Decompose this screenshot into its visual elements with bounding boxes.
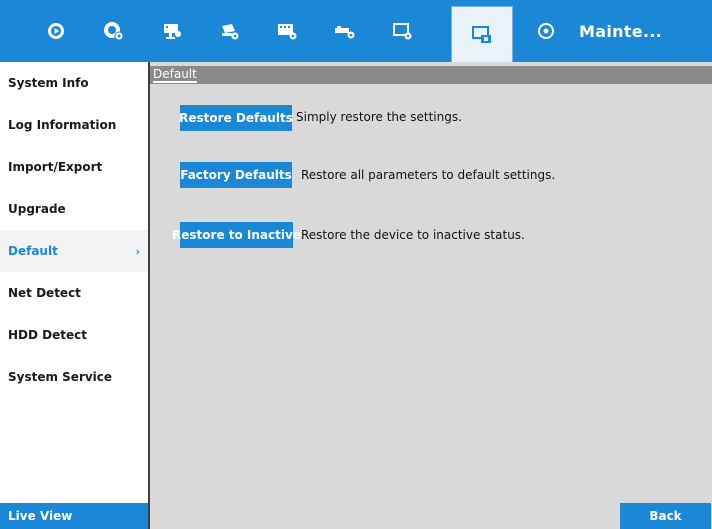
sidebar-item-label: System Info [8, 76, 89, 90]
sidebar-item-label: HDD Detect [8, 328, 87, 342]
maintenance-icon [538, 23, 554, 39]
sidebar-item-net-detect[interactable]: Net Detect [0, 272, 148, 314]
tab-display[interactable] [383, 0, 423, 62]
playback-icon [48, 23, 64, 39]
sidebar: System Info Log Information Import/Expor… [0, 62, 148, 529]
active-menu-label[interactable]: Mainte... [579, 22, 662, 41]
top-menu-bar: Mainte... [0, 0, 712, 62]
system-maintenance-icon [472, 25, 491, 43]
sidebar-item-label: Import/Export [8, 160, 103, 174]
video-settings-icon [278, 24, 297, 40]
tab-network[interactable] [325, 0, 365, 62]
sidebar-item-import-export[interactable]: Import/Export [0, 146, 148, 188]
sidebar-item-label: System Service [8, 370, 113, 384]
main-panel: Default Restore Defaults Simply restore … [150, 62, 712, 529]
camera-icon [164, 24, 181, 39]
restore-defaults-button[interactable]: Restore Defaults [179, 105, 293, 131]
sidebar-item-log-information[interactable]: Log Information [0, 104, 148, 146]
recording-icon [222, 24, 239, 40]
tab-camera[interactable] [153, 0, 193, 62]
network-icon [335, 26, 355, 39]
sidebar-item-label: Log Information [8, 118, 117, 132]
restore-defaults-description: Simply restore the settings. [296, 110, 462, 124]
sidebar-item-label: Default [8, 244, 58, 258]
back-button[interactable]: Back [620, 503, 711, 529]
sidebar-item-system-service[interactable]: System Service [0, 356, 148, 398]
tab-recording[interactable] [210, 0, 250, 62]
section-title: Default [153, 67, 197, 83]
camera-settings-icon [104, 22, 124, 41]
tab-playback[interactable] [38, 0, 74, 62]
restore-to-inactive-button[interactable]: Restore to Inactive [172, 222, 301, 248]
live-view-button[interactable]: Live View [0, 503, 148, 529]
sidebar-item-hdd-detect[interactable]: HDD Detect [0, 314, 148, 356]
sidebar-item-default[interactable]: Default › [0, 230, 148, 272]
sidebar-item-label: Upgrade [8, 202, 66, 216]
tab-maintenance[interactable] [528, 0, 564, 62]
sidebar-item-system-info[interactable]: System Info [0, 62, 148, 104]
chevron-right-icon: › [135, 244, 140, 258]
tab-camera-settings[interactable] [94, 0, 134, 62]
tab-video-settings[interactable] [267, 0, 307, 62]
factory-defaults-description: Restore all parameters to default settin… [301, 168, 556, 182]
restore-to-inactive-description: Restore the device to inactive status. [301, 228, 525, 242]
tab-system-maintenance[interactable] [451, 6, 513, 62]
sidebar-item-label: Net Detect [8, 286, 81, 300]
factory-defaults-button[interactable]: Factory Defaults [180, 162, 292, 188]
display-icon [393, 23, 412, 40]
sidebar-item-upgrade[interactable]: Upgrade [0, 188, 148, 230]
section-header: Default [150, 66, 712, 84]
